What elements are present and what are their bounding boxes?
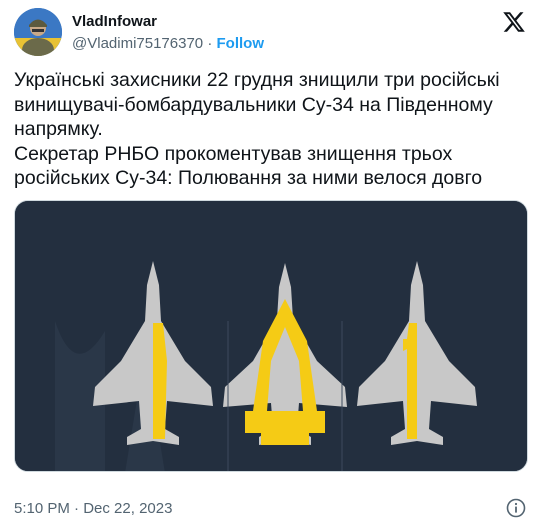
author-names: VladInfowar @Vladimi75176370 · Follow (72, 12, 264, 54)
tweet-header: VladInfowar @Vladimi75176370 · Follow (14, 8, 530, 58)
handle[interactable]: @Vladimi75176370 (72, 35, 203, 52)
avatar[interactable] (14, 8, 62, 56)
timestamp-link[interactable]: 5:10 PM · Dec 22, 2023 (14, 500, 172, 517)
follow-button[interactable]: Follow (217, 35, 265, 52)
tweet-text: Українські захисники 22 грудня знищили т… (14, 68, 530, 191)
soldier-avatar-icon (14, 8, 62, 56)
tweet-footer: 5:10 PM · Dec 22, 2023 (14, 498, 530, 520)
x-logo-icon[interactable] (502, 10, 526, 34)
three-jets-trident-image (15, 201, 527, 471)
tweet-text-line: винищувачі-бомбардувальники Су-34 на Пів… (14, 93, 493, 116)
separator-dot: · (74, 500, 80, 517)
tweet-text-line: напрямку. (14, 118, 103, 140)
tweet-media-image[interactable] (14, 200, 528, 472)
handle-row: @Vladimi75176370 · Follow (72, 34, 264, 54)
info-icon[interactable] (506, 498, 526, 518)
tweet-text-line: Секретар РНБО прокоментував знищення трь… (14, 142, 453, 165)
tweet-card: VladInfowar @Vladimi75176370 · Follow Ук… (0, 0, 541, 529)
tweet-time: 5:10 PM (14, 500, 70, 517)
tweet-text-line: Українські захисники 22 грудня знищили т… (14, 69, 500, 91)
tweet-text-line: російських Су-34: Полювання за ними вело… (14, 167, 483, 189)
separator-dot: · (207, 35, 213, 52)
tweet-date: Dec 22, 2023 (83, 500, 173, 517)
display-name[interactable]: VladInfowar (72, 12, 264, 32)
